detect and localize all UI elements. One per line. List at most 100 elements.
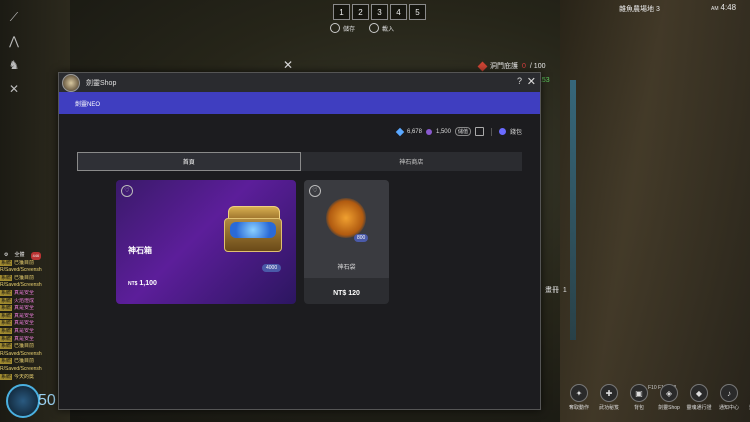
load-icon: [369, 23, 380, 33]
location-label: 雜魚農場地 3: [619, 6, 660, 13]
chat-tag: 系統: [0, 327, 13, 334]
crossed-swords-icon[interactable]: ✕: [7, 82, 21, 96]
chat-text: 已獲目前: [14, 259, 35, 266]
menu-button[interactable]: ◆ 靈魂通行證: [686, 384, 712, 411]
menu-button[interactable]: ♪ 通知中心: [716, 384, 742, 411]
chat-text: 真是安全: [14, 289, 35, 296]
chat-line: 系統 已獲目前: [0, 343, 60, 351]
hotbar-slot-4[interactable]: 4: [390, 4, 407, 20]
save-load-bar: 儲存 載入: [330, 23, 394, 33]
bag-icon[interactable]: [474, 127, 484, 136]
chat-text: R/Saved/Screensh: [0, 350, 42, 357]
favorite-icon[interactable]: ♡: [121, 185, 133, 197]
chat-tag: 系統: [0, 358, 13, 365]
shop-tabs: 首頁 神石商店: [77, 152, 522, 171]
product-card-gem-pouch[interactable]: ♡ 800 神石袋 NT$ 120: [304, 180, 389, 304]
chat-text: 真是安全: [14, 320, 35, 327]
shop-logo-icon: [62, 73, 80, 92]
quest-current: 0: [522, 62, 526, 70]
chat-text: 真是安全: [14, 335, 35, 342]
gem-balance: 6,678: [406, 128, 422, 135]
save-label: 儲存: [343, 26, 356, 33]
chat-text: R/Saved/Screensh: [0, 365, 42, 372]
wallet-icon: [498, 128, 506, 135]
load-button[interactable]: 載入: [369, 23, 394, 33]
left-toolbar: ⟋ ⋀ ♞ ✕: [7, 10, 21, 96]
chat-text: R/Saved/Screensh: [0, 282, 42, 289]
hotbar-slot-2[interactable]: 2: [352, 4, 369, 20]
shop-banner: 劍靈NEO: [59, 92, 540, 114]
save-button[interactable]: 儲存: [330, 23, 355, 33]
load-label: 載入: [382, 26, 395, 33]
bird-icon[interactable]: ⋀: [7, 34, 21, 48]
chat-text: 真是安全: [14, 305, 35, 312]
quest-total: / 100: [529, 62, 546, 70]
quest-label: 洞門庇護: [490, 63, 518, 70]
sword-icon[interactable]: ⟋: [7, 10, 21, 24]
menu-button[interactable]: ≡遊戲選單: [746, 384, 750, 411]
chat-text: R/Saved/Screensh: [0, 267, 42, 274]
shop-window: 劍靈Shop ? ✕ 劍靈NEO 6,678 1,500 儲值 錢包 首頁 神石…: [58, 72, 541, 410]
chat-tab-all[interactable]: 全體: [14, 252, 24, 260]
menu-icon: ♪: [720, 384, 738, 402]
mount-icon[interactable]: ♞: [7, 58, 21, 72]
product-price: NT$ 120: [333, 290, 360, 297]
chat-text: 已獲目前: [14, 343, 35, 350]
chat-line: R/Saved/Screensh: [0, 267, 60, 275]
product-name: 神石袋: [337, 265, 356, 271]
crosshair-icon: ✕: [283, 58, 294, 72]
chat-tag: 系統: [0, 343, 13, 350]
shop-titlebar: 劍靈Shop ? ✕: [59, 73, 540, 92]
coin-balance: 1,500: [435, 128, 451, 135]
hotbar-slot-5[interactable]: 5: [409, 4, 426, 20]
coin-icon: [425, 128, 432, 135]
hotbar-slot-3[interactable]: 3: [371, 4, 388, 20]
counter-label: 畫冊: [545, 287, 559, 294]
chat-tag: 系統: [0, 297, 13, 304]
menu-icon: ◈: [660, 384, 678, 402]
chat-text: 真是安全: [14, 327, 35, 334]
product-card-gem-chest[interactable]: ♡ 4000 神石箱 NT$ 1,100: [116, 180, 296, 304]
menu-button[interactable]: ◈ 劍靈Shop: [656, 384, 682, 411]
quest-icon: [477, 61, 488, 71]
product-price: NT$ 1,100: [128, 280, 157, 287]
menu-button[interactable]: ✦ 奪取動作: [566, 384, 592, 411]
chat-line: 系統 真是安全: [0, 327, 60, 336]
skill-orb[interactable]: [6, 384, 40, 418]
chat-text: 火焰燈成: [14, 297, 35, 304]
topup-button[interactable]: 儲值: [454, 127, 471, 136]
chat-line: 系統 真是安全: [0, 335, 60, 344]
chat-tag: 系統: [0, 335, 13, 342]
close-button[interactable]: ✕: [527, 75, 536, 88]
menu-label: 武功秘笈: [598, 405, 619, 411]
favorite-icon[interactable]: ♡: [309, 185, 321, 197]
chat-line: 系統 今天的獎: [0, 373, 60, 382]
chat-line: 系統 已獲目前: [0, 259, 60, 268]
chat-line: R/Saved/Screensh: [0, 282, 60, 290]
chat-badge: 446: [30, 252, 42, 260]
chat-tabs: ⚙ 全體 446: [4, 252, 60, 260]
chest-gem-badge: 4000: [262, 264, 282, 272]
chest-image: [224, 206, 284, 256]
wallet-button[interactable]: 錢包: [510, 127, 522, 136]
tab-home[interactable]: 首頁: [77, 152, 301, 171]
pouch-image: [326, 198, 366, 238]
chat-tag: 系統: [0, 373, 13, 380]
menu-icon: ◆: [690, 384, 708, 402]
tab-gem-store[interactable]: 神石商店: [301, 152, 523, 171]
chat-text: 真是安全: [14, 312, 35, 319]
hotbar-slot-1[interactable]: 1: [333, 4, 350, 20]
price-currency: NT$: [128, 281, 138, 287]
menu-label: 劍靈Shop: [658, 405, 680, 411]
chat-line: 系統 真是安全: [0, 320, 60, 328]
banner-label: 劍靈NEO: [75, 101, 101, 108]
menu-button[interactable]: ▣ 背包: [626, 384, 652, 411]
chat-text: 已獲目前: [14, 274, 35, 281]
gear-icon[interactable]: ⚙: [4, 252, 8, 260]
menu-button[interactable]: ✚ 武功秘笈: [596, 384, 622, 411]
chat-line: 系統 真是安全: [0, 305, 60, 313]
chat-tag: 系統: [0, 305, 13, 312]
save-icon: [330, 23, 340, 33]
menu-icon: ▣: [630, 384, 648, 402]
help-button[interactable]: ?: [517, 76, 522, 86]
